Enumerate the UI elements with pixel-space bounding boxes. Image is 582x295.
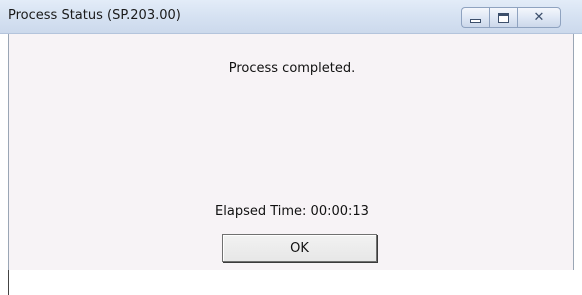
- process-status-window: Process Status (SP.203.00) ✕ Process com…: [0, 0, 582, 295]
- window-bottom: [0, 270, 582, 295]
- dialog-body: Process completed. Elapsed Time: 00:00:1…: [8, 34, 574, 270]
- window-title: Process Status (SP.203.00): [8, 8, 181, 23]
- minimize-button[interactable]: [461, 7, 489, 28]
- minimize-icon: [470, 19, 481, 23]
- close-icon: ✕: [533, 10, 545, 25]
- elapsed-time: Elapsed Time: 00:00:13: [215, 204, 369, 219]
- ok-button[interactable]: OK: [222, 234, 377, 262]
- title-bar[interactable]: Process Status (SP.203.00) ✕: [0, 0, 582, 34]
- close-button[interactable]: ✕: [517, 7, 561, 28]
- window-controls: ✕: [461, 7, 561, 28]
- window-border-left: [0, 34, 8, 295]
- maximize-icon: [498, 12, 509, 23]
- status-message: Process completed.: [228, 61, 356, 76]
- maximize-button[interactable]: [489, 7, 517, 28]
- window-border-line: [8, 270, 9, 295]
